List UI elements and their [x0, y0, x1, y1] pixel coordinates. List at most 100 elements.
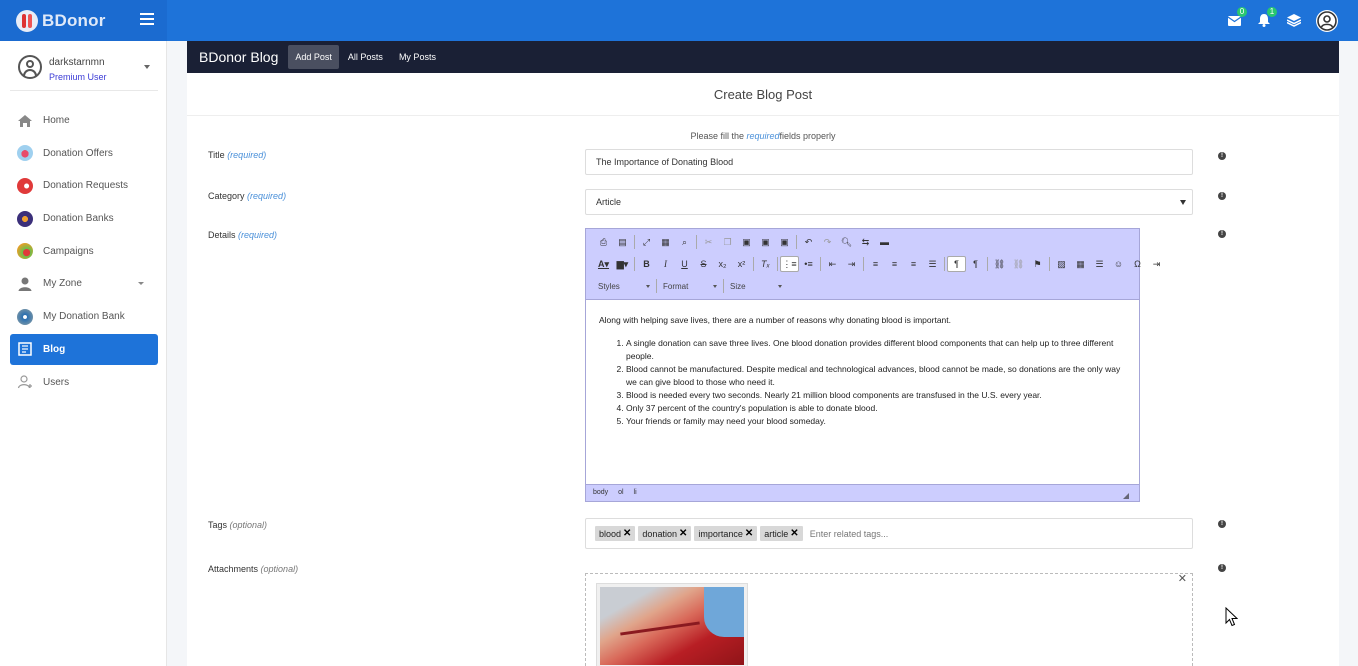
link-icon[interactable]: ⛓ — [990, 256, 1009, 272]
tab-add-post[interactable]: Add Post — [288, 45, 339, 69]
rich-text-editor[interactable]: ⎙ ▤ ⤢ ▦ ⌕ ✂ ❐ ▣ ▣ ▣ ↶ ↷ 🔍︎ ⇆ ▬ A▾ ▆▾ B I… — [585, 228, 1160, 502]
styles-dropdown[interactable]: Styles — [594, 278, 654, 294]
format-dropdown[interactable]: Format — [659, 278, 721, 294]
ltr-direction-icon[interactable]: ¶ — [947, 256, 966, 272]
notice-prefix: Please fill the — [690, 131, 747, 141]
tab-my-posts[interactable]: My Posts — [392, 45, 443, 69]
remove-tag-icon[interactable]: ✕ — [679, 528, 687, 539]
attachment-thumbnail[interactable] — [596, 583, 748, 666]
users-icon — [17, 375, 32, 389]
text-color-icon[interactable]: A▾ — [594, 256, 613, 272]
path-body[interactable]: body — [593, 489, 608, 496]
close-icon[interactable]: ✕ — [1178, 572, 1187, 585]
resize-handle[interactable] — [1123, 493, 1129, 499]
search-icon[interactable]: 🔍︎ — [837, 234, 856, 250]
underline-icon[interactable]: U — [675, 256, 694, 272]
path-ol[interactable]: ol — [618, 489, 623, 496]
menu-toggle-icon[interactable] — [140, 13, 154, 25]
sidebar-item-donation-requests[interactable]: Donation Requests — [10, 170, 158, 201]
required-marker: (required) — [227, 150, 267, 160]
bank-icon — [17, 210, 33, 227]
anchor-flag-icon[interactable]: ⚑ — [1028, 256, 1047, 272]
tag-entry-placeholder[interactable]: Enter related tags... — [810, 529, 889, 539]
copy-icon[interactable]: ❐ — [718, 234, 737, 250]
image-icon[interactable]: ▨ — [1052, 256, 1071, 272]
unlink-icon[interactable]: ⛓ — [1009, 256, 1028, 272]
horizontal-line-icon[interactable]: ☰ — [1090, 256, 1109, 272]
page-break-icon[interactable]: ⇥ — [1147, 256, 1166, 272]
remove-format-icon[interactable]: Tₓ — [756, 256, 775, 272]
align-right-icon[interactable]: ≡ — [904, 256, 923, 272]
sidebar-item-campaigns[interactable]: Campaigns — [10, 236, 158, 267]
sidebar-item-donation-banks[interactable]: Donation Banks — [10, 203, 158, 234]
justify-icon[interactable]: ☰ — [923, 256, 942, 272]
info-icon[interactable]: ! — [1218, 230, 1226, 238]
info-icon[interactable]: ! — [1218, 520, 1226, 528]
align-center-icon[interactable]: ≡ — [885, 256, 904, 272]
background-color-icon[interactable]: ▆▾ — [613, 256, 632, 272]
sidebar-item-users[interactable]: Users — [10, 367, 158, 398]
size-dropdown[interactable]: Size — [726, 278, 786, 294]
category-select[interactable]: Article — [585, 189, 1193, 215]
path-li[interactable]: li — [634, 489, 637, 496]
profile-avatar-icon[interactable] — [1316, 9, 1338, 32]
blog-header: BDonor Blog Add Post All Posts My Posts — [187, 41, 1339, 73]
indent-icon[interactable]: ⇥ — [842, 256, 861, 272]
maximize-icon[interactable]: ⤢ — [637, 234, 656, 250]
info-icon[interactable]: ! — [1218, 152, 1226, 160]
special-char-icon[interactable]: Ω — [1128, 256, 1147, 272]
sidebar-item-my-zone[interactable]: My Zone — [10, 268, 158, 299]
attachments-label-text: Attachments — [208, 564, 259, 574]
layers-icon[interactable] — [1286, 13, 1302, 29]
remove-tag-icon[interactable]: ✕ — [745, 528, 753, 539]
title-input[interactable]: The Importance of Donating Blood — [585, 149, 1193, 175]
bell-icon[interactable]: 1 — [1256, 6, 1277, 29]
attachment-dropzone[interactable]: ✕ — [585, 573, 1193, 666]
paste-icon[interactable]: ▣ — [737, 234, 756, 250]
strikethrough-icon[interactable]: S — [694, 256, 713, 272]
chevron-down-icon[interactable] — [144, 65, 150, 69]
outdent-icon[interactable]: ⇤ — [823, 256, 842, 272]
preview-icon[interactable]: ▤ — [613, 234, 632, 250]
print-icon[interactable]: ⎙ — [594, 234, 613, 250]
tab-all-posts[interactable]: All Posts — [341, 45, 390, 69]
tag-label: blood — [599, 528, 622, 539]
table-icon[interactable]: ▦ — [1071, 256, 1090, 272]
editor-content[interactable]: Along with helping save lives, there are… — [586, 300, 1139, 484]
numbered-list-icon[interactable]: ⋮≡ — [780, 256, 799, 272]
bold-icon[interactable]: B — [637, 256, 656, 272]
subscript-icon[interactable]: x₂ — [713, 256, 732, 272]
chevron-down-icon[interactable] — [138, 282, 144, 286]
required-marker: (required) — [238, 230, 278, 240]
replace-icon[interactable]: ⇆ — [856, 234, 875, 250]
italic-icon[interactable]: I — [656, 256, 675, 272]
tag-chip: article ✕ — [760, 526, 803, 541]
bulleted-list-icon[interactable]: •≡ — [799, 256, 818, 272]
remove-tag-icon[interactable]: ✕ — [790, 528, 798, 539]
rtl-direction-icon[interactable]: ¶ — [966, 256, 985, 272]
superscript-icon[interactable]: x² — [732, 256, 751, 272]
sidebar-item-blog[interactable]: Blog — [10, 333, 158, 365]
heart-offer-icon — [17, 145, 33, 162]
tags-input[interactable]: blood ✕ donation ✕ importance ✕ article ✕ En… — [585, 518, 1193, 549]
info-icon[interactable]: ! — [1218, 192, 1226, 200]
sidebar-item-home[interactable]: Home — [10, 105, 158, 136]
paste-word-icon[interactable]: ▣ — [775, 234, 794, 250]
undo-icon[interactable]: ↶ — [799, 234, 818, 250]
sidebar-item-my-donation-bank[interactable]: My Donation Bank — [10, 301, 158, 332]
user-panel[interactable]: darkstarnmn Premium User — [10, 49, 158, 91]
select-all-icon[interactable]: ▬ — [875, 234, 894, 250]
info-icon[interactable]: ! — [1218, 564, 1226, 572]
redo-icon[interactable]: ↷ — [818, 234, 837, 250]
smiley-icon[interactable]: ☺ — [1109, 256, 1128, 272]
request-icon — [17, 177, 33, 194]
sidebar-item-label: Donation Offers — [43, 147, 113, 159]
align-left-icon[interactable]: ≡ — [866, 256, 885, 272]
show-blocks-icon[interactable]: ▦ — [656, 234, 675, 250]
cut-icon[interactable]: ✂ — [699, 234, 718, 250]
remove-tag-icon[interactable]: ✕ — [623, 528, 631, 539]
sidebar-item-donation-offers[interactable]: Donation Offers — [10, 138, 158, 169]
paste-text-icon[interactable]: ▣ — [756, 234, 775, 250]
messages-icon[interactable]: 0 — [1226, 6, 1247, 29]
find-page-icon[interactable]: ⌕ — [675, 234, 694, 250]
